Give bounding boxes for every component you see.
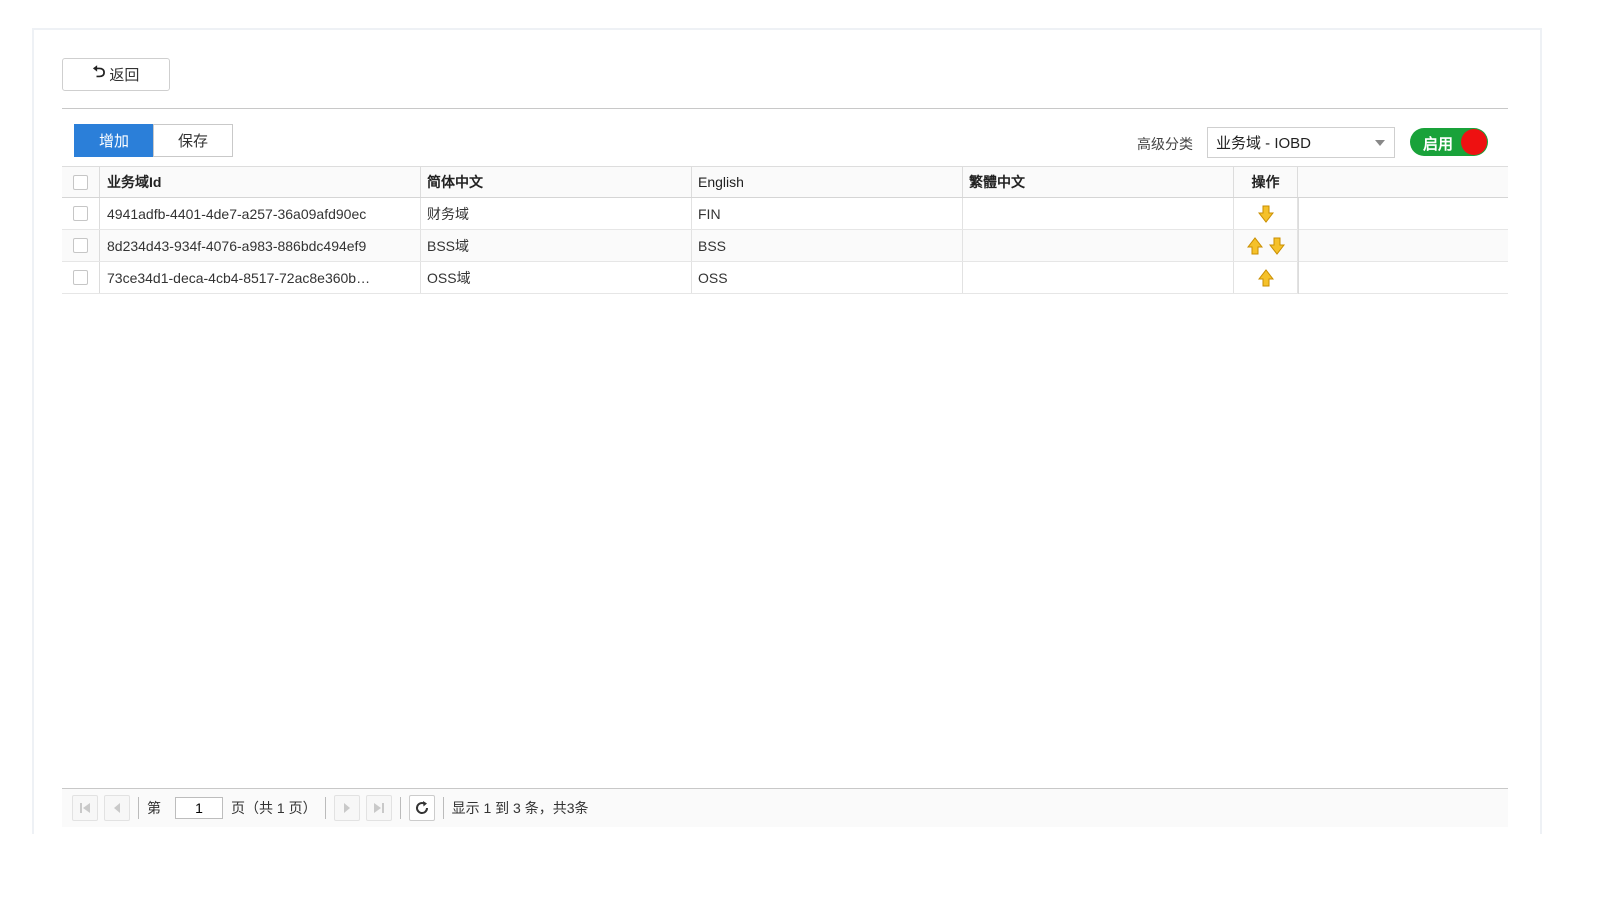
row-checkbox[interactable] bbox=[73, 270, 88, 285]
cell-actions bbox=[1234, 230, 1298, 261]
enable-toggle[interactable]: 启用 bbox=[1410, 128, 1488, 156]
toolbar: 增加 保存 bbox=[74, 124, 233, 157]
column-header-tw[interactable]: 繁體中文 bbox=[963, 167, 1234, 197]
advanced-category-select[interactable]: 业务域 - IOBD bbox=[1207, 127, 1395, 158]
table-row[interactable]: 73ce34d1-deca-4cb4-8517-72ac8e360b… OSS域… bbox=[62, 262, 1508, 294]
move-up-icon[interactable] bbox=[1257, 268, 1274, 287]
page-suffix: 页（共 1 页） bbox=[231, 800, 317, 816]
refresh-icon bbox=[415, 801, 428, 814]
column-header-id[interactable]: 业务域Id bbox=[100, 167, 421, 197]
cell-en: OSS bbox=[692, 262, 963, 293]
table-body: 4941adfb-4401-4de7-a257-36a09afd90ec 财务域… bbox=[62, 198, 1508, 294]
header-checkbox-cell bbox=[62, 167, 100, 197]
pager-separator bbox=[324, 797, 326, 819]
page-frame: ⮌ 返回 增加 保存 高级分类 业务域 - IOBD 启用 业务域Id 简体中文… bbox=[32, 28, 1542, 834]
advanced-category-value: 业务域 - IOBD bbox=[1216, 135, 1312, 152]
cell-tw bbox=[963, 262, 1234, 293]
pager-separator bbox=[442, 797, 444, 819]
cell-en: FIN bbox=[692, 198, 963, 229]
save-button[interactable]: 保存 bbox=[153, 124, 233, 157]
pagination-bar: 第 页（共 1 页） 显示 1 到 3 条，共3条 bbox=[62, 789, 1508, 827]
cell-en: BSS bbox=[692, 230, 963, 261]
return-arrow-icon: ⮌ bbox=[92, 64, 106, 81]
cell-id: 8d234d43-934f-4076-a983-886bdc494ef9 bbox=[100, 230, 421, 261]
pager-separator bbox=[399, 797, 401, 819]
next-page-icon bbox=[343, 803, 350, 813]
column-header-actions: 操作 bbox=[1234, 167, 1298, 197]
cell-actions bbox=[1234, 262, 1298, 293]
prev-page-button[interactable] bbox=[104, 795, 130, 821]
pager-separator bbox=[138, 797, 139, 819]
advanced-category-label: 高级分类 bbox=[1137, 136, 1193, 152]
add-button[interactable]: 增加 bbox=[74, 124, 154, 157]
pager-summary: 显示 1 到 3 条，共3条 bbox=[451, 800, 589, 816]
table-header: 业务域Id 简体中文 English 繁體中文 操作 bbox=[62, 166, 1508, 198]
row-checkbox-cell bbox=[62, 262, 100, 293]
cell-actions bbox=[1234, 198, 1298, 229]
cell-zh: 财务域 bbox=[421, 198, 692, 229]
move-down-icon[interactable] bbox=[1268, 237, 1285, 255]
toggle-knob bbox=[1461, 129, 1487, 155]
table-row[interactable]: 8d234d43-934f-4076-a983-886bdc494ef9 BSS… bbox=[62, 230, 1508, 262]
cell-tw bbox=[963, 198, 1234, 229]
last-page-icon bbox=[373, 803, 384, 813]
row-checkbox-cell bbox=[62, 230, 100, 261]
row-checkbox[interactable] bbox=[73, 238, 88, 253]
next-page-button[interactable] bbox=[333, 795, 360, 821]
cell-id: 4941adfb-4401-4de7-a257-36a09afd90ec bbox=[100, 198, 421, 229]
move-up-icon[interactable] bbox=[1246, 236, 1263, 255]
back-button-label: 返回 bbox=[109, 67, 140, 84]
row-checkbox[interactable] bbox=[73, 206, 88, 221]
first-page-button[interactable] bbox=[72, 795, 98, 821]
page-number-input[interactable] bbox=[175, 797, 223, 819]
column-header-en[interactable]: English bbox=[692, 167, 963, 197]
last-page-button[interactable] bbox=[365, 795, 392, 821]
header-divider bbox=[62, 108, 1508, 109]
cell-zh: OSS域 bbox=[421, 262, 692, 293]
back-button[interactable]: ⮌ 返回 bbox=[62, 58, 170, 91]
row-checkbox-cell bbox=[62, 198, 100, 229]
cell-tw bbox=[963, 230, 1234, 261]
refresh-button[interactable] bbox=[408, 795, 435, 821]
data-table: 业务域Id 简体中文 English 繁體中文 操作 4941adfb-4401… bbox=[62, 166, 1508, 294]
enable-toggle-label: 启用 bbox=[1423, 136, 1454, 153]
chevron-down-icon bbox=[1375, 140, 1385, 146]
prev-page-icon bbox=[114, 803, 120, 813]
cell-zh: BSS域 bbox=[421, 230, 692, 261]
select-all-checkbox[interactable] bbox=[73, 174, 88, 190]
page-prefix: 第 bbox=[147, 800, 161, 816]
first-page-icon bbox=[80, 803, 90, 813]
move-down-icon[interactable] bbox=[1257, 205, 1274, 223]
column-header-zh[interactable]: 简体中文 bbox=[421, 167, 692, 197]
table-row[interactable]: 4941adfb-4401-4de7-a257-36a09afd90ec 财务域… bbox=[62, 198, 1508, 230]
cell-id: 73ce34d1-deca-4cb4-8517-72ac8e360b… bbox=[100, 262, 421, 293]
